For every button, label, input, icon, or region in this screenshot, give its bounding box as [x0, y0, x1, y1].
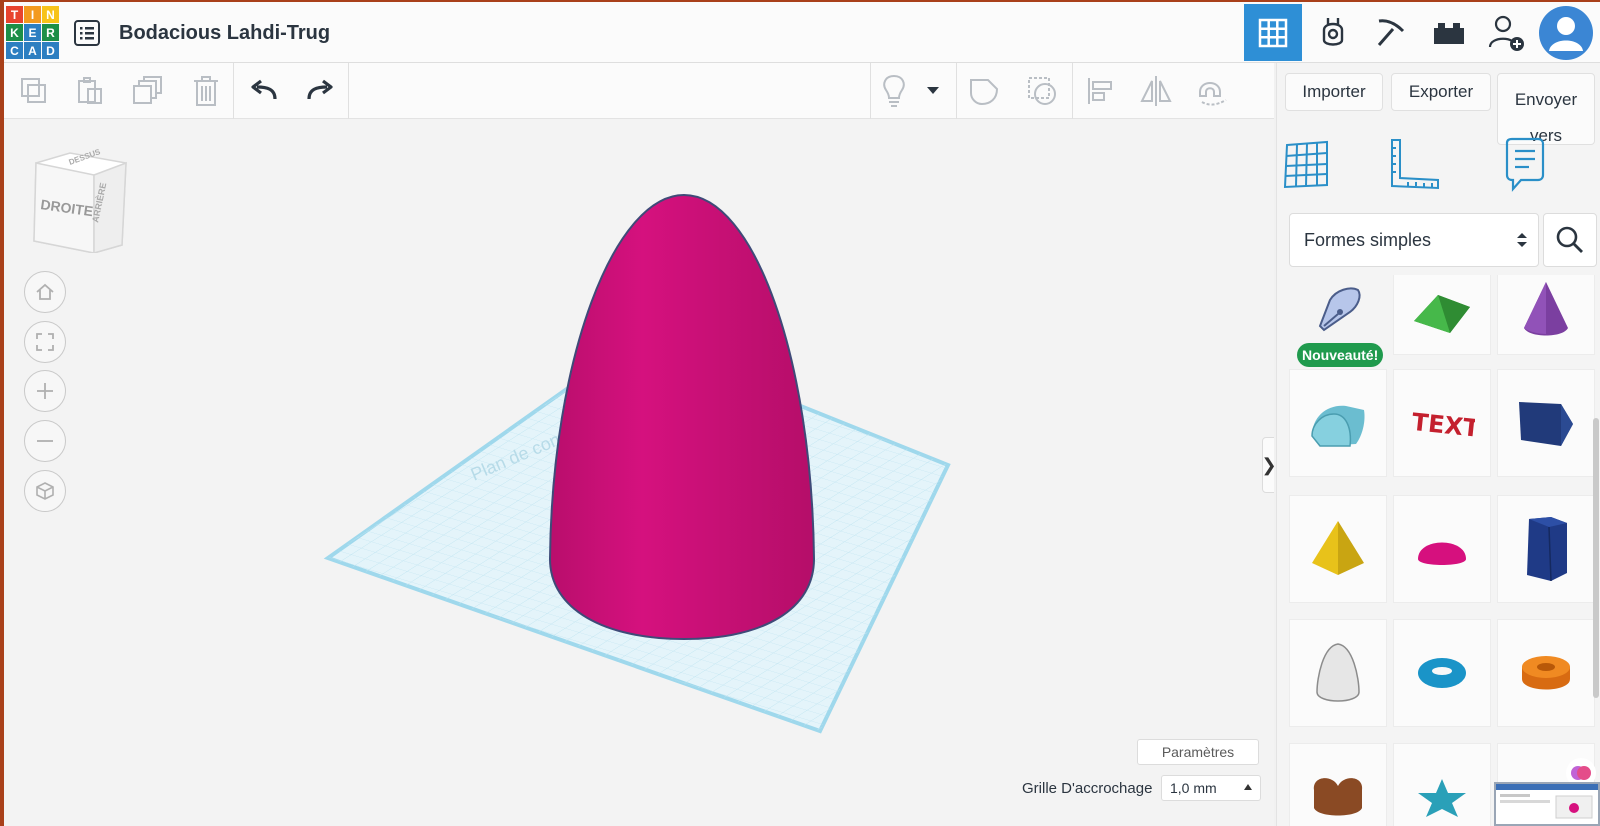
- zoom-out-icon[interactable]: [24, 420, 66, 462]
- design-list-icon[interactable]: [74, 20, 100, 46]
- snap-grid-label: Grille D'accrochage: [1022, 780, 1153, 797]
- shapes-scrollbar[interactable]: [1593, 418, 1599, 698]
- shape-heart[interactable]: [1289, 743, 1387, 826]
- paraboloid-object: [548, 193, 816, 641]
- shape-tube[interactable]: [1497, 619, 1595, 727]
- zoom-in-icon[interactable]: [24, 370, 66, 412]
- snap-grid-value: 1,0 mm: [1170, 780, 1217, 796]
- logo-letter: A: [24, 42, 41, 59]
- undo-icon[interactable]: [244, 71, 284, 111]
- select-arrows-icon: [1517, 233, 1527, 247]
- shape-star[interactable]: [1393, 743, 1491, 826]
- logo-letter: T: [6, 6, 23, 23]
- logo-letter: N: [42, 6, 59, 23]
- new-badge: Nouveauté!: [1297, 343, 1384, 367]
- logo-letter: C: [6, 42, 23, 59]
- design-title[interactable]: Bodacious Lahdi-Trug: [119, 22, 330, 45]
- copy-icon[interactable]: [14, 71, 54, 111]
- circuits-icon[interactable]: [1304, 4, 1362, 61]
- logo-letter: E: [24, 24, 41, 41]
- cruise-magnet-icon[interactable]: [1192, 71, 1232, 111]
- shape-paraboloid[interactable]: [1289, 619, 1387, 727]
- dropdown-icon[interactable]: [918, 71, 948, 111]
- grid-3d-icon[interactable]: [1244, 4, 1302, 61]
- fit-view-icon[interactable]: [24, 321, 66, 363]
- top-bar: TIN KER CAD Bodacious Lahdi-Trug: [4, 2, 1600, 63]
- shapes-panel: Importer Exporter Envoyer vers Formes si…: [1276, 63, 1600, 826]
- shapes-grid: Nouveauté! TEXT: [1289, 275, 1599, 826]
- paste-icon[interactable]: [70, 71, 110, 111]
- logo-letter: I: [24, 6, 41, 23]
- hole-shape-icon[interactable]: [1022, 71, 1062, 111]
- svg-text:TEXT: TEXT: [1410, 408, 1475, 441]
- delete-icon[interactable]: [186, 71, 226, 111]
- shape-library-select[interactable]: Formes simples: [1289, 213, 1539, 267]
- tinkercad-logo[interactable]: TIN KER CAD: [6, 6, 60, 60]
- settings-button[interactable]: Paramètres: [1137, 739, 1259, 765]
- user-avatar[interactable]: [1537, 4, 1595, 61]
- tinkercad-app: TIN KER CAD Bodacious Lahdi-Trug Importer …: [4, 2, 1600, 826]
- library-select-value: Formes simples: [1304, 229, 1432, 250]
- screen-thumbnail[interactable]: [1494, 782, 1600, 826]
- perspective-icon[interactable]: [24, 470, 66, 512]
- shape-cone[interactable]: [1497, 275, 1595, 355]
- shape-text[interactable]: TEXT: [1393, 369, 1491, 477]
- shape-scribble[interactable]: Nouveauté!: [1289, 275, 1387, 367]
- view-cube[interactable]: DROITE ARRIÈRE DESSUS: [26, 149, 130, 253]
- redo-icon[interactable]: [300, 71, 340, 111]
- mirror-icon[interactable]: [1136, 71, 1176, 111]
- align-icon[interactable]: [1080, 71, 1120, 111]
- snap-grid-arrow-icon: [1244, 784, 1252, 790]
- bricks-icon[interactable]: [1420, 4, 1478, 61]
- light-bulb-icon[interactable]: [874, 71, 914, 111]
- logo-letter: D: [42, 42, 59, 59]
- minecraft-pickaxe-icon[interactable]: [1362, 4, 1420, 61]
- home-view-icon[interactable]: [24, 271, 66, 313]
- duplicate-icon[interactable]: [128, 71, 168, 111]
- shape-pyramid[interactable]: [1289, 495, 1387, 603]
- workplane-viewport[interactable]: Plan de construction DROITE ARRIÈRE DESS…: [4, 119, 1274, 826]
- edit-toolbar: [4, 63, 1274, 119]
- logo-letter: R: [42, 24, 59, 41]
- shape-hexagonal-prism[interactable]: [1497, 495, 1595, 603]
- solid-shape-icon[interactable]: [964, 71, 1004, 111]
- search-icon[interactable]: [1543, 213, 1597, 267]
- export-button[interactable]: Exporter: [1391, 73, 1491, 111]
- snap-grid-select[interactable]: 1,0 mm: [1161, 775, 1261, 801]
- logo-letter: K: [6, 24, 23, 41]
- notes-icon[interactable]: [1495, 135, 1555, 195]
- workplane-grid-icon[interactable]: [1277, 135, 1337, 195]
- panel-collapse-toggle[interactable]: ❯: [1261, 437, 1274, 493]
- shape-torus[interactable]: [1393, 619, 1491, 727]
- shape-roof[interactable]: [1393, 275, 1491, 355]
- shape-half-sphere[interactable]: [1393, 495, 1491, 603]
- import-button[interactable]: Importer: [1285, 73, 1383, 111]
- ruler-icon[interactable]: [1383, 135, 1443, 195]
- shape-half-cylinder[interactable]: [1289, 369, 1387, 477]
- invite-user-icon[interactable]: [1478, 4, 1536, 61]
- workplane-canvas: Plan de construction: [323, 193, 951, 734]
- shape-polygon[interactable]: [1497, 369, 1595, 477]
